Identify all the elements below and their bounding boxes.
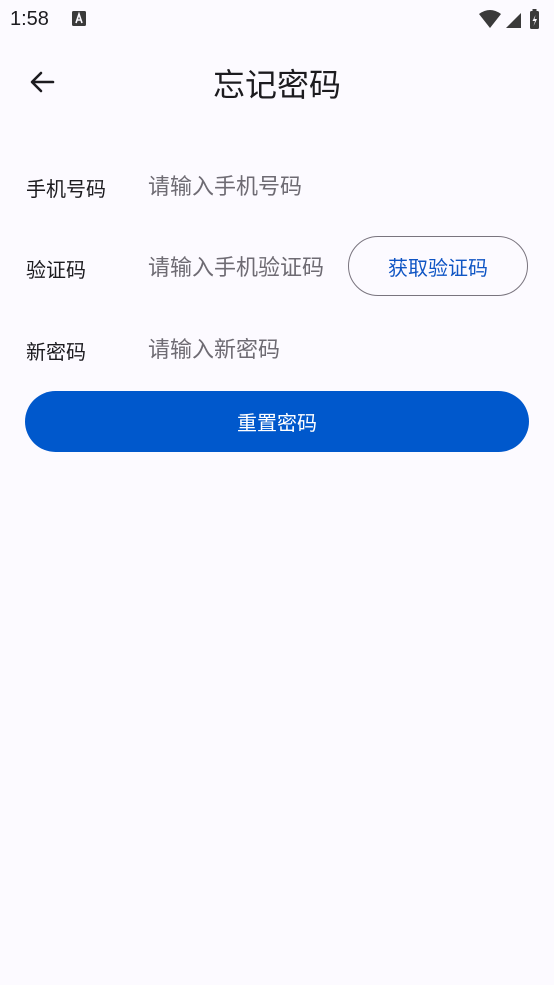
status-bar: 1:58 [0, 0, 554, 40]
status-indicators [479, 9, 539, 29]
app-bar: 忘记密码 [0, 40, 554, 124]
reset-password-label: 重置密码 [237, 411, 317, 435]
phone-row: 手机号码 [0, 157, 554, 217]
reset-password-button[interactable]: 重置密码 [25, 391, 529, 452]
battery-icon [530, 9, 539, 29]
notification-icon [72, 11, 86, 26]
phone-label: 手机号码 [26, 177, 106, 201]
get-code-label: 获取验证码 [388, 255, 488, 280]
wifi-icon [479, 10, 501, 28]
page-title: 忘记密码 [212, 66, 341, 104]
status-time: 1:58 [10, 8, 49, 30]
code-label: 验证码 [26, 258, 86, 282]
new-password-label: 新密码 [26, 340, 86, 364]
signal-icon [506, 13, 521, 28]
get-code-button[interactable]: 获取验证码 [348, 236, 528, 296]
code-input[interactable] [148, 250, 348, 286]
new-password-input[interactable] [148, 332, 348, 368]
new-password-row: 新密码 [0, 319, 554, 379]
phone-input[interactable] [148, 169, 348, 205]
